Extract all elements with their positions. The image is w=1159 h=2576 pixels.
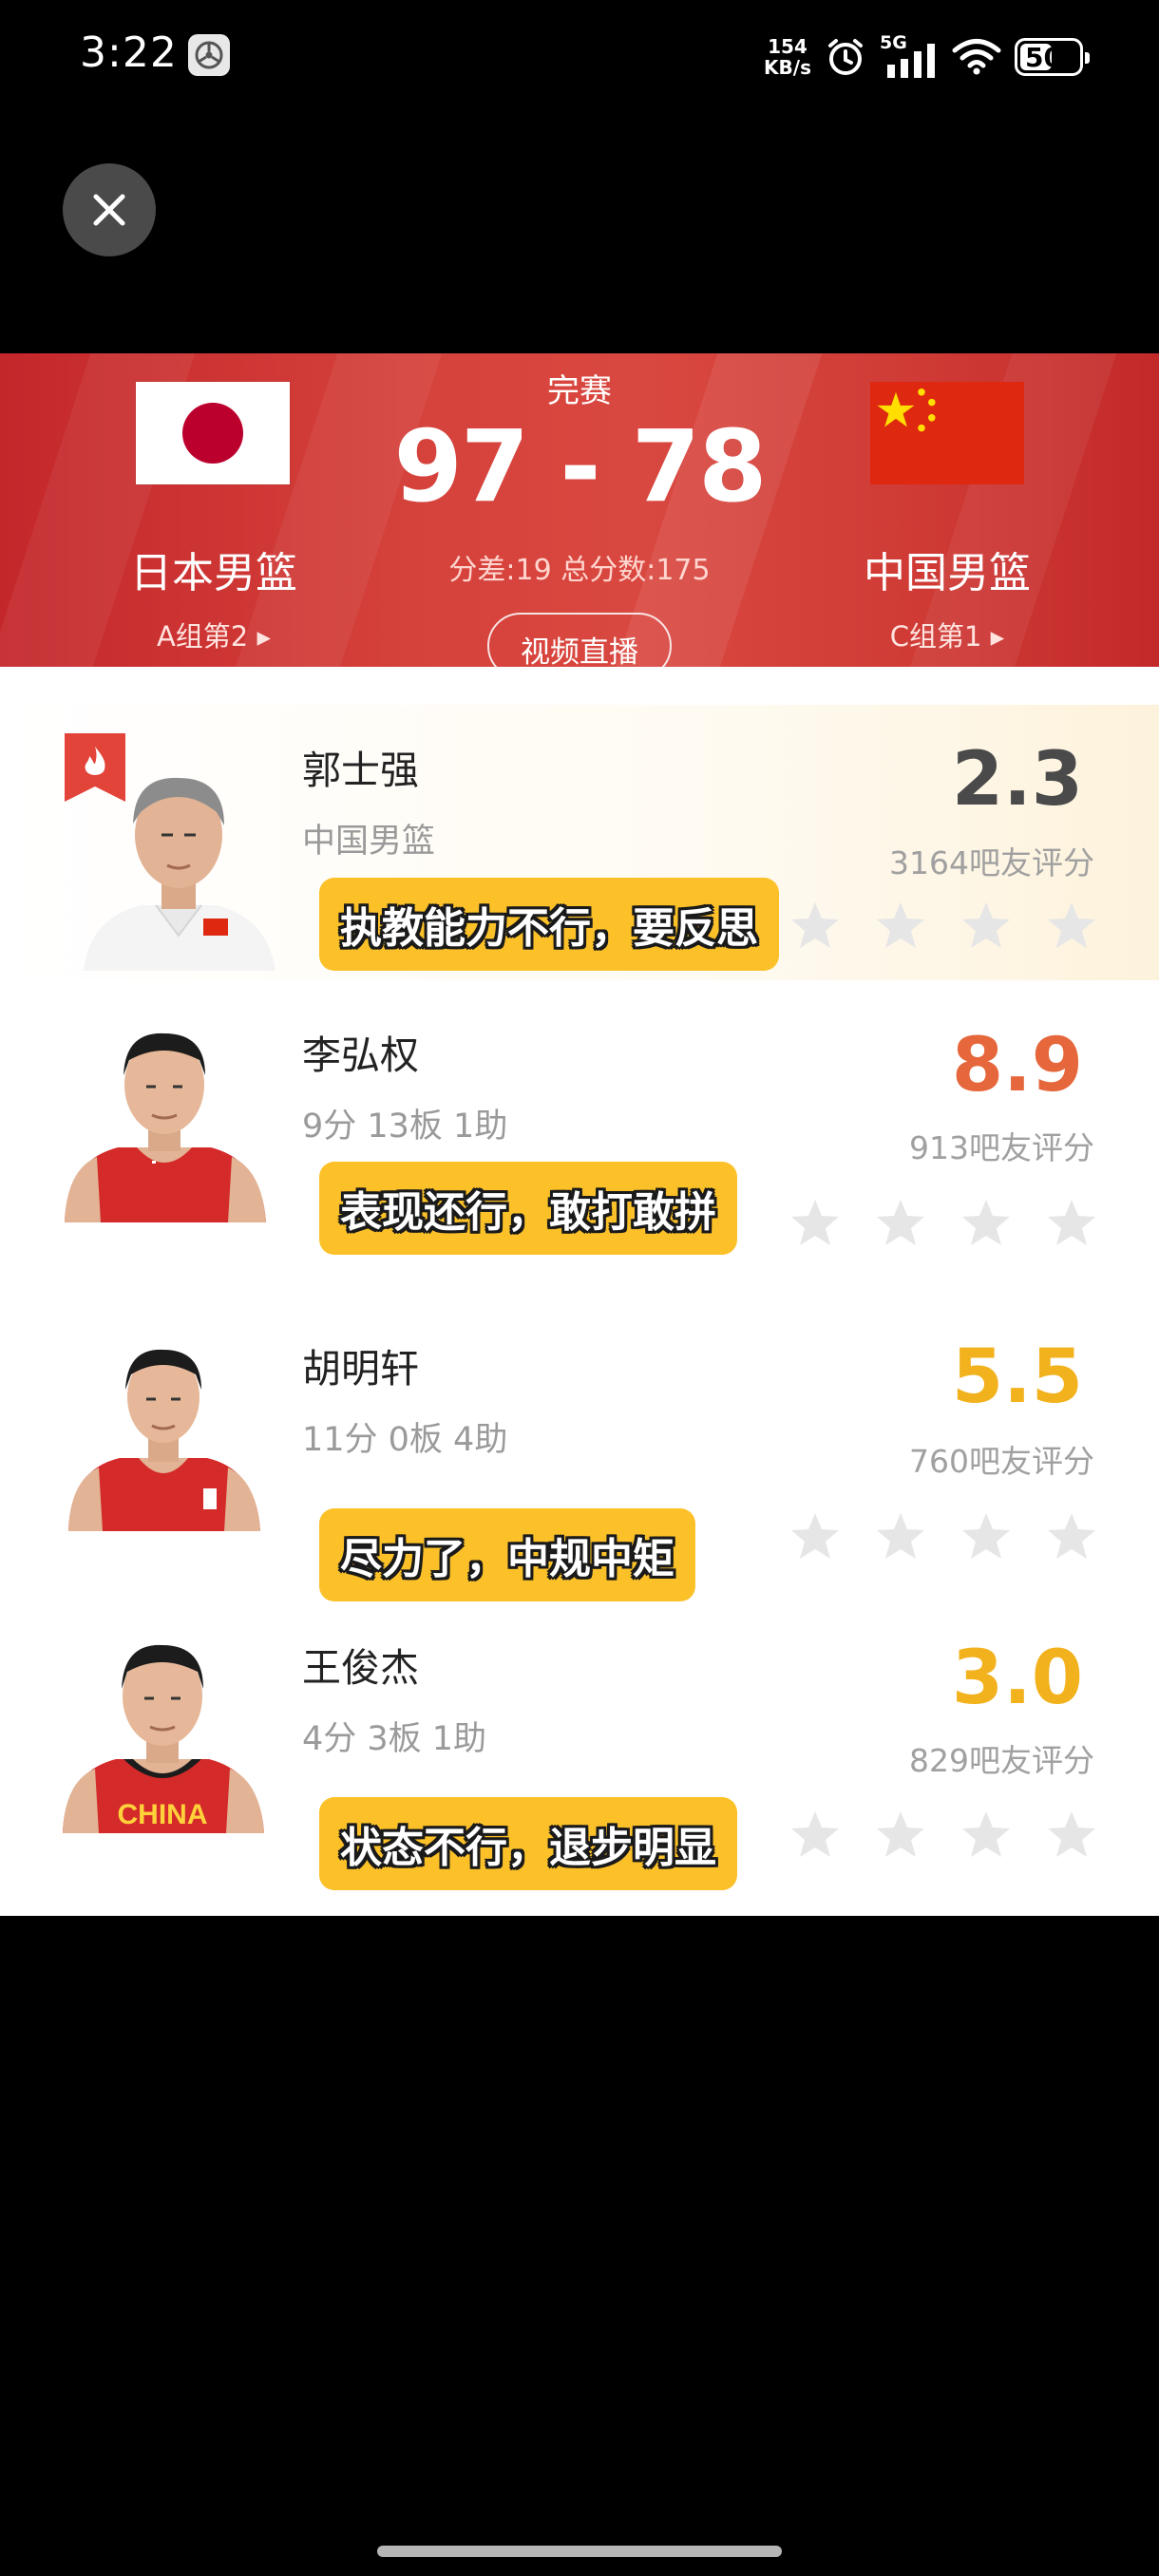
rating-name: 王俊杰 — [302, 1645, 419, 1691]
player-avatar — [63, 1336, 264, 1531]
battery-level: 50 — [1025, 41, 1062, 73]
rating-name: 郭士强 — [302, 748, 419, 793]
rating-subtitle: 11分 0板 4助 — [302, 1421, 508, 1459]
rating-score: 2.3 — [951, 737, 1083, 823]
star-icon[interactable] — [874, 1809, 927, 1862]
battery-cap — [1085, 52, 1090, 64]
rating-subtitle: 4分 3板 1助 — [302, 1720, 487, 1758]
away-team-rank[interactable]: C组第1 ▸ — [805, 615, 1090, 654]
coach-avatar — [74, 757, 283, 971]
comment-caption: 尽力了，中规中矩 — [319, 1508, 695, 1601]
star-rating[interactable] — [788, 1197, 1098, 1250]
player-avatar: CHINA — [57, 1634, 268, 1833]
match-banner: 日本男篮 A组第2 ▸ 中国男篮 C组第1 ▸ 完赛 97 - 78 分差:19… — [0, 353, 1159, 667]
comment-caption: 执教能力不行，要反思 — [319, 878, 779, 971]
star-rating[interactable] — [788, 900, 1098, 953]
rating-count: 913吧友评分 — [909, 1129, 1094, 1166]
star-icon[interactable] — [788, 1510, 842, 1563]
star-icon[interactable] — [1045, 900, 1098, 953]
rating-name: 胡明轩 — [302, 1346, 419, 1392]
star-icon[interactable] — [960, 1510, 1013, 1563]
status-bar: 3:22 154 KB/s 5G 50 — [0, 0, 1159, 114]
star-icon[interactable] — [1045, 1510, 1098, 1563]
status-icons: 154 KB/s 5G 50 — [764, 27, 1090, 87]
jersey-text: CHINA — [118, 1799, 208, 1830]
home-indicator[interactable] — [377, 2546, 782, 2557]
star-icon[interactable] — [1045, 1197, 1098, 1250]
home-team-rank[interactable]: A组第2 ▸ — [71, 615, 356, 654]
rating-count: 3164吧友评分 — [889, 844, 1094, 881]
close-button[interactable] — [63, 163, 156, 256]
star-icon[interactable] — [960, 1197, 1013, 1250]
japan-flag-icon — [136, 382, 290, 484]
rating-subtitle: 9分 13板 1助 — [302, 1108, 508, 1146]
match-status: 完赛 — [547, 372, 612, 410]
net-speed-unit: KB/s — [764, 56, 811, 79]
star-icon[interactable] — [1045, 1809, 1098, 1862]
video-live-button[interactable]: 视频直播 — [487, 613, 672, 667]
shared-image-content: 日本男篮 A组第2 ▸ 中国男篮 C组第1 ▸ 完赛 97 - 78 分差:19… — [0, 353, 1159, 1916]
rating-subtitle: 中国男篮 — [302, 823, 436, 861]
close-icon — [93, 194, 125, 226]
home-team-name: 日本男篮 — [130, 549, 297, 597]
alarm-icon — [825, 36, 866, 78]
comment-caption: 状态不行，退步明显 — [319, 1797, 737, 1890]
china-flag-icon — [870, 382, 1024, 484]
battery-icon: 50 — [1015, 38, 1090, 76]
star-icon[interactable] — [960, 900, 1013, 953]
rating-score: 5.5 — [951, 1335, 1083, 1420]
cellular-signal-icon: 5G — [880, 32, 939, 78]
star-icon[interactable] — [788, 900, 842, 953]
rating-count: 829吧友评分 — [909, 1742, 1094, 1779]
star-icon[interactable] — [874, 1197, 927, 1250]
rating-score: 8.9 — [951, 1023, 1083, 1108]
rating-count: 760吧友评分 — [909, 1443, 1094, 1480]
status-time: 3:22 — [80, 28, 178, 77]
star-icon[interactable] — [874, 900, 927, 953]
net-speed-value: 154 — [768, 35, 808, 58]
star-icon[interactable] — [874, 1510, 927, 1563]
steering-wheel-icon — [188, 34, 230, 76]
rating-score: 3.0 — [951, 1636, 1083, 1721]
star-icon[interactable] — [788, 1809, 842, 1862]
star-rating[interactable] — [788, 1510, 1098, 1563]
star-rating[interactable] — [788, 1809, 1098, 1862]
match-score: 97 - 78 — [393, 408, 767, 524]
rating-name: 李弘权 — [302, 1032, 419, 1078]
wifi-icon — [952, 38, 1001, 76]
away-team-name: 中国男篮 — [864, 549, 1031, 597]
player-avatar — [59, 1018, 270, 1222]
net-speed: 154 KB/s — [764, 36, 811, 78]
star-icon[interactable] — [788, 1197, 842, 1250]
score-summary: 分差:19 总分数:175 — [448, 554, 711, 587]
comment-caption: 表现还行，敢打敢拼 — [319, 1162, 737, 1255]
star-icon[interactable] — [960, 1809, 1013, 1862]
